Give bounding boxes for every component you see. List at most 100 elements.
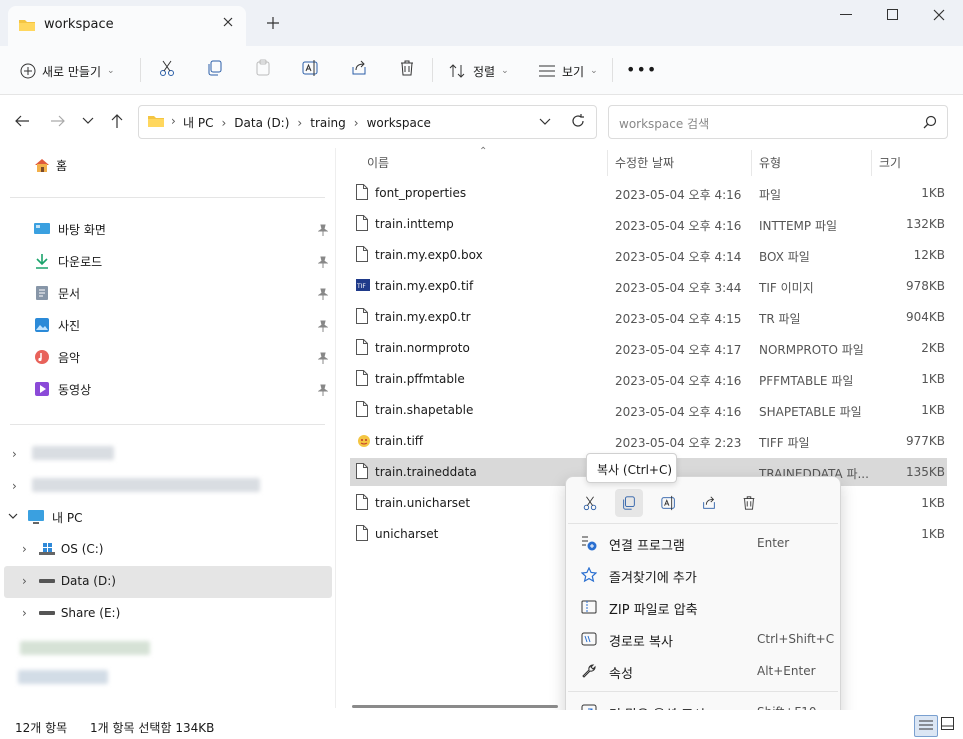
breadcrumb-item[interactable]: 내 PC <box>183 114 213 131</box>
file-date: 2023-05-04 오후 4:16 <box>615 405 742 419</box>
file-row[interactable]: font_properties 2023-05-04 오후 4:16 파일 1KB <box>350 179 947 207</box>
file-size: 1KB <box>921 403 945 417</box>
menu-item-open-with[interactable]: 연결 프로그램 Enter <box>566 528 840 558</box>
file-size: 904KB <box>905 310 945 324</box>
share-icon[interactable] <box>350 59 368 77</box>
wrench-icon <box>581 663 597 679</box>
view-button[interactable]: 보기 ⌄ <box>538 58 598 84</box>
new-button[interactable]: 새로 만들기 ⌄ <box>20 58 115 84</box>
menu-item-add-favorites[interactable]: 즐겨찾기에 추가 <box>566 560 840 590</box>
file-row[interactable]: train.tiff 2023-05-04 오후 2:23 TIFF 파일 977KB <box>350 427 947 455</box>
rename-icon[interactable] <box>655 489 683 517</box>
minimize-icon[interactable] <box>840 14 852 16</box>
sidebar-item-music[interactable]: 음악 <box>34 343 80 371</box>
expand-chevron-icon[interactable]: › <box>12 479 17 493</box>
tab-workspace[interactable]: workspace <box>8 6 246 46</box>
pin-icon[interactable] <box>318 352 328 364</box>
file-icon <box>356 370 368 386</box>
file-row[interactable]: TIF train.my.exp0.tif 2023-05-04 오후 3:44 TI… <box>350 272 947 300</box>
search-icon[interactable] <box>923 115 937 129</box>
sidebar-item-label: 음악 <box>58 350 81 365</box>
sidebar-item-this-pc[interactable]: 내 PC <box>8 503 82 531</box>
expand-chevron-icon[interactable]: › <box>12 447 17 461</box>
pin-icon[interactable] <box>318 384 328 396</box>
sidebar-item-label: 문서 <box>58 286 81 301</box>
file-row[interactable]: train.my.exp0.tr 2023-05-04 오후 4:15 TR 파일 9… <box>350 303 947 331</box>
breadcrumb-item[interactable]: Data (D:) <box>234 116 289 130</box>
file-size: 135KB <box>905 465 945 479</box>
column-divider[interactable] <box>751 150 752 176</box>
recent-chevron-icon[interactable] <box>82 117 94 125</box>
more-icon[interactable]: ••• <box>626 60 657 79</box>
copy-icon[interactable] <box>615 489 643 517</box>
copy-icon[interactable] <box>206 59 224 77</box>
back-icon[interactable] <box>14 114 30 128</box>
sidebar-item-downloads[interactable]: 다운로드 <box>34 247 102 275</box>
address-dropdown-icon[interactable] <box>539 118 551 126</box>
close-window-icon[interactable] <box>933 9 945 21</box>
refresh-icon[interactable] <box>571 114 585 128</box>
sort-button[interactable]: 정렬 ⌄ <box>449 58 509 84</box>
cut-icon[interactable] <box>576 489 604 517</box>
details-view-icon[interactable] <box>914 715 938 737</box>
sidebar-item-home[interactable]: 홈 <box>34 151 67 179</box>
file-row[interactable]: train.my.exp0.box 2023-05-04 오후 4:14 BOX 파… <box>350 241 947 269</box>
column-header-date[interactable]: 수정한 날짜 <box>615 154 674 171</box>
sidebar-item-drive-c[interactable]: › OS (C:) <box>22 535 103 563</box>
pin-icon[interactable] <box>318 224 328 236</box>
blurred-item[interactable] <box>32 446 114 460</box>
divider <box>140 58 141 82</box>
address-bar[interactable]: › 내 PC › Data (D:) › traing › workspace <box>138 105 597 139</box>
file-date: 2023-05-04 오후 4:14 <box>615 250 742 264</box>
blurred-item[interactable] <box>18 670 108 684</box>
share-icon[interactable] <box>695 489 723 517</box>
file-row[interactable]: train.pffmtable 2023-05-04 오후 4:16 PFFMTAB… <box>350 365 947 393</box>
file-name: train.my.exp0.box <box>375 248 483 262</box>
pin-icon[interactable] <box>318 320 328 332</box>
file-size: 12KB <box>913 248 945 262</box>
file-row[interactable]: train.normproto 2023-05-04 오후 4:17 NORMPRO… <box>350 334 947 362</box>
sidebar-item-pictures[interactable]: 사진 <box>34 311 80 339</box>
menu-item-properties[interactable]: 속성 Alt+Enter <box>566 656 840 686</box>
sidebar-item-label: Share (E:) <box>60 606 121 620</box>
up-icon[interactable] <box>110 113 124 129</box>
column-header-type[interactable]: 유형 <box>759 154 781 171</box>
column-divider[interactable] <box>871 150 872 176</box>
sidebar-item-label: OS (C:) <box>60 542 104 556</box>
sidebar-item-documents[interactable]: 문서 <box>34 279 80 307</box>
column-header-name[interactable]: 이름 <box>367 154 389 171</box>
menu-item-zip[interactable]: ZIP 파일로 압축 <box>566 592 840 622</box>
menu-item-copy-path[interactable]: 경로로 복사 Ctrl+Shift+C <box>566 624 840 654</box>
sidebar-item-videos[interactable]: 동영상 <box>34 375 91 403</box>
search-box[interactable]: workspace 검색 <box>608 105 948 139</box>
file-name: font_properties <box>375 186 467 200</box>
sidebar-item-drive-d[interactable]: › Data (D:) <box>22 567 116 595</box>
file-row[interactable]: train.shapetable 2023-05-04 오후 4:16 SHAPET… <box>350 396 947 424</box>
delete-icon[interactable] <box>398 59 416 77</box>
column-header-size[interactable]: 크기 <box>879 154 901 171</box>
file-row[interactable]: train.inttemp 2023-05-04 오후 4:16 INTTEMP 파… <box>350 210 947 238</box>
breadcrumb: 내 PC › Data (D:) › traing › workspace <box>183 114 431 131</box>
sidebar-item-desktop[interactable]: 바탕 화면 <box>34 215 106 243</box>
blurred-item[interactable] <box>32 478 260 492</box>
file-date: 2023-05-04 오후 4:16 <box>615 219 742 233</box>
new-tab-icon[interactable] <box>266 16 280 30</box>
maximize-icon[interactable] <box>887 9 899 21</box>
breadcrumb-item[interactable]: workspace <box>367 116 431 130</box>
cut-icon[interactable] <box>158 59 176 77</box>
pin-icon[interactable] <box>318 288 328 300</box>
horizontal-scrollbar[interactable] <box>352 705 558 708</box>
blurred-item[interactable] <box>20 641 150 655</box>
tab-title: workspace <box>44 17 114 32</box>
breadcrumb-item[interactable]: traing <box>310 116 346 130</box>
close-tab-icon[interactable] <box>222 16 234 28</box>
rename-icon[interactable] <box>302 59 320 77</box>
file-date: 2023-05-04 오후 4:16 <box>615 188 742 202</box>
column-divider[interactable] <box>607 150 608 176</box>
sidebar-item-drive-e[interactable]: › Share (E:) <box>22 599 120 627</box>
pin-icon[interactable] <box>318 256 328 268</box>
tiles-view-icon[interactable] <box>941 717 955 731</box>
tiff-image-icon <box>356 432 372 448</box>
delete-icon[interactable] <box>735 489 763 517</box>
menu-item-shortcut: Ctrl+Shift+C <box>757 632 835 646</box>
